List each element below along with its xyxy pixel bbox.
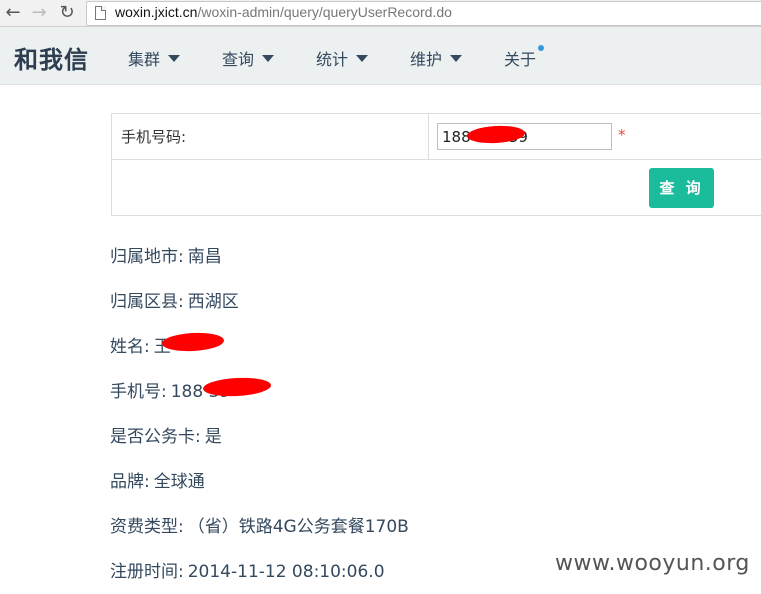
- info-value: 是: [204, 427, 222, 447]
- phone-input[interactable]: [437, 123, 612, 150]
- info-label: 归属区县:: [110, 292, 184, 312]
- query-button[interactable]: 查 询: [649, 168, 714, 208]
- info-row-brand: 品牌: 全球通: [110, 467, 205, 492]
- info-label: 资费类型:: [110, 517, 184, 537]
- divider: [112, 159, 761, 160]
- info-label: 是否公务卡:: [110, 427, 201, 447]
- url-text[interactable]: woxin.jxict.cn/woxin-admin/query/queryUs…: [115, 4, 452, 20]
- info-row-tariff: 资费类型: （省）铁路4G公务套餐170B: [110, 512, 409, 537]
- nav-menu-label: 维护: [410, 50, 443, 69]
- info-value: 2014-11-12 08:10:06.0: [187, 562, 385, 582]
- url-path: /woxin-admin/query/queryUserRecord.do: [197, 4, 452, 20]
- info-label: 归属地市:: [110, 247, 184, 267]
- nav-menu-maintenance[interactable]: 维护: [410, 46, 463, 70]
- forward-arrow-icon[interactable]: →: [28, 2, 50, 24]
- brand-logo[interactable]: 和我信: [14, 40, 89, 75]
- nav-menu-cluster[interactable]: 集群: [128, 46, 181, 70]
- info-row-official-card: 是否公务卡: 是: [110, 422, 222, 447]
- nav-menu-label: 关于: [504, 50, 537, 69]
- phone-label: 手机号码:: [121, 128, 187, 146]
- info-row-district: 归属区县: 西湖区: [110, 287, 239, 312]
- app-navbar: 和我信 集群 查询 统计 维护 关于: [0, 27, 761, 85]
- page-icon: [95, 6, 106, 20]
- nav-menu-statistics[interactable]: 统计: [316, 46, 369, 70]
- info-value: 全球通: [153, 472, 205, 492]
- info-value: （省）铁路4G公务套餐170B: [187, 517, 409, 537]
- address-bar[interactable]: woxin.jxict.cn/woxin-admin/query/queryUs…: [86, 1, 761, 26]
- nav-menu-label: 集群: [128, 50, 161, 69]
- info-label: 品牌:: [110, 472, 150, 492]
- nav-menu-label: 查询: [222, 50, 255, 69]
- caret-down-icon: [262, 55, 275, 62]
- info-value: 南昌: [187, 247, 222, 267]
- info-label: 姓名:: [110, 337, 150, 357]
- info-row-city: 归属地市: 南昌: [110, 242, 222, 267]
- reload-icon[interactable]: ↻: [56, 2, 78, 24]
- caret-down-icon: [450, 55, 463, 62]
- nav-menu-label: 统计: [316, 50, 349, 69]
- divider: [428, 114, 429, 159]
- nav-menu-query[interactable]: 查询: [222, 46, 275, 70]
- notification-dot-icon: [538, 45, 545, 51]
- query-form: 手机号码: * 查 询: [111, 113, 761, 216]
- caret-down-icon: [168, 55, 181, 62]
- info-label: 注册时间:: [110, 562, 184, 582]
- info-value: 西湖区: [187, 292, 239, 312]
- caret-down-icon: [356, 55, 369, 62]
- back-arrow-icon[interactable]: ←: [2, 2, 24, 24]
- required-mark: *: [618, 126, 626, 144]
- info-row-register-time: 注册时间: 2014-11-12 08:10:06.0: [110, 557, 385, 582]
- url-host: woxin.jxict.cn: [115, 4, 198, 20]
- redaction-mark: [161, 331, 225, 353]
- browser-toolbar: ← → ↻ woxin.jxict.cn/woxin-admin/query/q…: [0, 0, 761, 27]
- watermark: www.wooyun.org: [555, 551, 750, 576]
- info-label: 手机号:: [110, 382, 167, 402]
- nav-menu-about[interactable]: 关于: [504, 45, 545, 70]
